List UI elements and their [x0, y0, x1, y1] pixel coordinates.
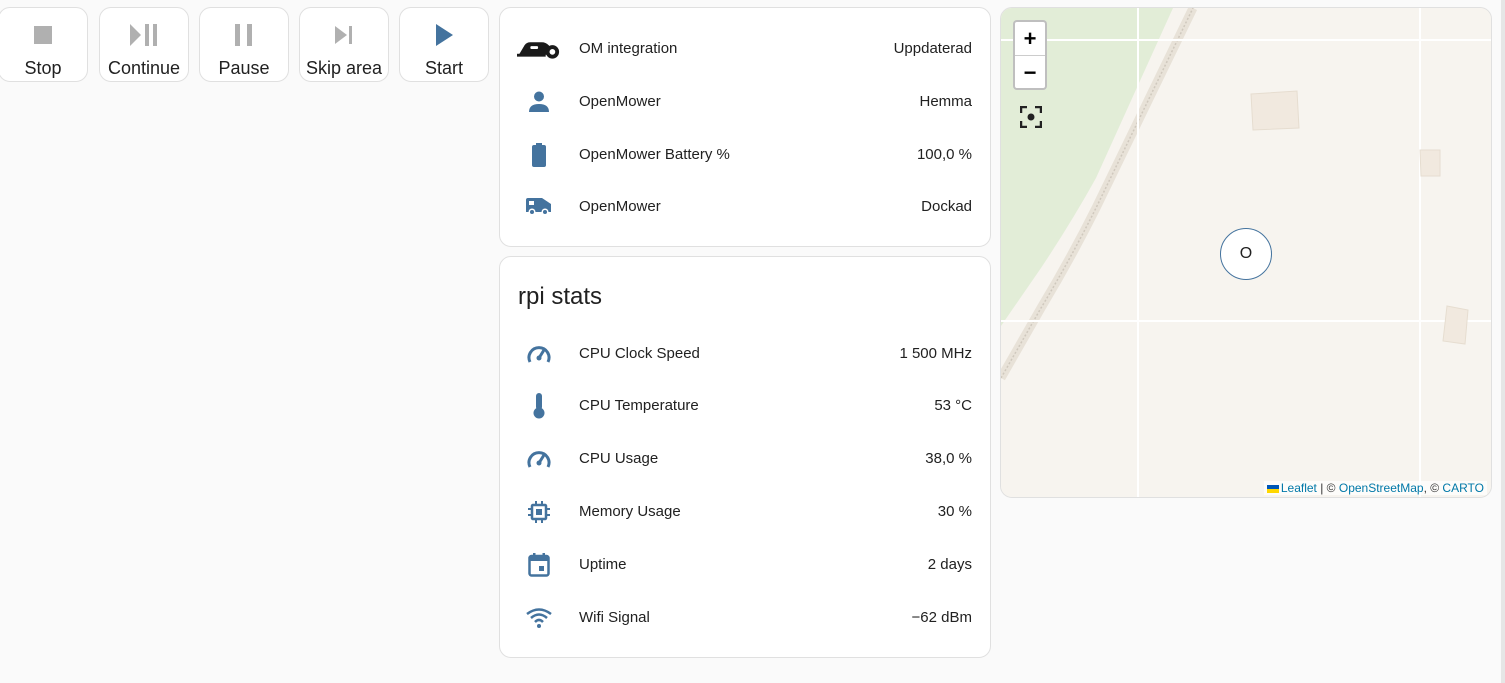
robot-mower-icon [517, 29, 561, 69]
zoom-in-button[interactable]: + [1015, 22, 1045, 56]
attribution-separator: , © [1423, 481, 1443, 495]
chip-icon [517, 492, 561, 532]
entity-value: Uppdaterad [893, 40, 972, 57]
pause-button[interactable]: Pause [199, 7, 289, 82]
entity-name: OpenMower [579, 93, 661, 110]
speedometer-icon [517, 334, 561, 374]
entity-value: 38,0 % [925, 450, 972, 467]
entity-row-battery[interactable]: OpenMower Battery % 100,0 % [500, 135, 990, 175]
pause-label: Pause [218, 58, 270, 78]
attribution-separator: | © [1316, 481, 1339, 495]
continue-button[interactable]: Continue [99, 7, 189, 82]
start-label: Start [424, 58, 463, 78]
continue-label: Continue [107, 58, 181, 78]
entity-value: 53 °C [934, 397, 972, 414]
entity-name: CPU Usage [579, 450, 659, 467]
play-icon [400, 22, 488, 48]
start-button[interactable]: Start [399, 7, 489, 82]
leaflet-link[interactable]: Leaflet [1281, 481, 1317, 495]
entity-name: CPU Clock Speed [579, 345, 700, 362]
entity-name: OM integration [579, 40, 678, 57]
entity-value: 2 days [927, 556, 972, 573]
zoom-out-button[interactable]: − [1015, 56, 1045, 89]
calendar-icon [517, 545, 561, 585]
battery-icon [517, 135, 561, 175]
map-attribution: Leaflet | © OpenStreetMap, © CARTO [1263, 481, 1487, 495]
entity-name: OpenMower [579, 198, 661, 215]
skip-area-label: Skip area [305, 58, 383, 78]
entity-value: 100,0 % [916, 146, 972, 163]
speedometer-icon [517, 439, 561, 479]
thermometer-icon [517, 386, 561, 426]
play-pause-icon [100, 22, 188, 48]
zoom-control: + − [1013, 20, 1047, 90]
rpi-stats-card: rpi stats CPU Clock Speed 1 500 MHz CPU … [499, 256, 991, 658]
entity-name: CPU Temperature [579, 397, 699, 414]
flag-icon [1266, 484, 1279, 493]
entity-row-cpu-clock-speed[interactable]: CPU Clock Speed 1 500 MHz [500, 334, 990, 374]
entity-value: 30 % [937, 503, 972, 520]
person-icon [517, 82, 561, 122]
entity-name: OpenMower Battery % [579, 146, 730, 163]
pause-icon [200, 22, 288, 48]
stop-label: Stop [24, 58, 62, 78]
card-title: rpi stats [518, 283, 603, 310]
entity-value: Hemma [919, 93, 972, 110]
entity-row-openmower-presence[interactable]: OpenMower Hemma [500, 82, 990, 122]
van-icon [517, 187, 561, 227]
page-scrollbar[interactable] [1501, 0, 1505, 683]
entity-name: Uptime [579, 556, 627, 573]
skip-next-icon [300, 22, 388, 48]
entity-value: −62 dBm [911, 609, 972, 626]
entity-name: Wifi Signal [579, 609, 650, 626]
entity-row-memory-usage[interactable]: Memory Usage 30 % [500, 492, 990, 532]
focus-icon[interactable] [1019, 105, 1043, 129]
entity-value: 1 500 MHz [899, 345, 972, 362]
entity-name: Memory Usage [579, 503, 681, 520]
skip-area-button[interactable]: Skip area [299, 7, 389, 82]
map-marker[interactable]: O [1220, 228, 1272, 280]
entity-row-cpu-usage[interactable]: CPU Usage 38,0 % [500, 439, 990, 479]
stop-icon [0, 22, 87, 48]
entity-row-wifi-signal[interactable]: Wifi Signal −62 dBm [500, 598, 990, 638]
carto-link[interactable]: CARTO [1442, 481, 1484, 495]
entity-row-om-integration[interactable]: OM integration Uppdaterad [500, 29, 990, 69]
stop-button[interactable]: Stop [0, 7, 88, 82]
entity-row-uptime[interactable]: Uptime 2 days [500, 545, 990, 585]
map-card[interactable]: + − O Leaflet | © OpenStreetMap, © CARTO [1000, 7, 1492, 498]
status-card: OM integration Uppdaterad OpenMower Hemm… [499, 7, 991, 247]
entity-row-cpu-temperature[interactable]: CPU Temperature 53 °C [500, 386, 990, 426]
entity-row-openmower-state[interactable]: OpenMower Dockad [500, 187, 990, 227]
wifi-icon [517, 598, 561, 638]
entity-value: Dockad [921, 198, 972, 215]
openstreetmap-link[interactable]: OpenStreetMap [1339, 481, 1424, 495]
